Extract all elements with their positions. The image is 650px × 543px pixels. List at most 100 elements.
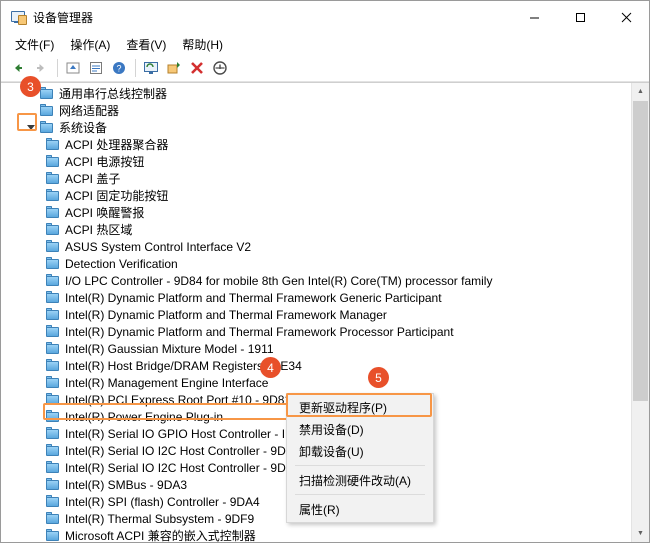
- device-icon: [45, 290, 61, 306]
- folder-icon: [39, 120, 55, 136]
- menu-action[interactable]: 操作(A): [62, 34, 118, 56]
- context-menu-separator: [295, 465, 425, 466]
- device-label: Intel(R) Dynamic Platform and Thermal Fr…: [65, 324, 454, 339]
- device-icon: [45, 222, 61, 238]
- device-intel-host-bridge-dram-3e34[interactable]: Intel(R) Host Bridge/DRAM Registers - 3E…: [1, 357, 632, 374]
- device-label: Detection Verification: [65, 256, 178, 271]
- device-label: Intel(R) Serial IO I2C Host Controller -…: [65, 443, 301, 458]
- device-asus-system-control-interface-v2[interactable]: ASUS System Control Interface V2: [1, 238, 632, 255]
- scroll-up-arrow[interactable]: ▲: [632, 83, 649, 100]
- menu-bar: 文件(F) 操作(A) 查看(V) 帮助(H): [1, 34, 649, 55]
- device-detection-verification[interactable]: Detection Verification: [1, 255, 632, 272]
- up-button[interactable]: [62, 57, 84, 79]
- close-button[interactable]: [603, 1, 649, 33]
- device-label: ACPI 盖子: [65, 171, 121, 186]
- device-icon: [45, 154, 61, 170]
- device-intel-management-engine-interface[interactable]: Intel(R) Management Engine Interface: [1, 374, 632, 391]
- device-label: ACPI 电源按钮: [65, 154, 145, 169]
- device-intel-dptf-manager[interactable]: Intel(R) Dynamic Platform and Thermal Fr…: [1, 306, 632, 323]
- device-label: ACPI 热区域: [65, 222, 133, 237]
- back-button[interactable]: [7, 57, 29, 79]
- device-acpi-wake-alarm[interactable]: ACPI 唤醒警报: [1, 204, 632, 221]
- update-driver-button[interactable]: [163, 57, 185, 79]
- device-icon: [45, 307, 61, 323]
- step-badge-4: 4: [261, 358, 280, 377]
- device-icon: [45, 426, 61, 442]
- device-label: Intel(R) Dynamic Platform and Thermal Fr…: [65, 290, 442, 305]
- title-bar: 设备管理器: [1, 1, 649, 34]
- tree-item-network-adapters[interactable]: 网络适配器: [1, 102, 632, 119]
- step-badge-3: 3: [21, 77, 40, 96]
- device-intel-dptf-generic-participant[interactable]: Intel(R) Dynamic Platform and Thermal Fr…: [1, 289, 632, 306]
- device-microsoft-acpi-embedded-controller[interactable]: Microsoft ACPI 兼容的嵌入式控制器: [1, 527, 632, 542]
- properties-button[interactable]: [85, 57, 107, 79]
- chevron-down-icon[interactable]: [23, 120, 39, 136]
- ctx-update-driver[interactable]: 更新驱动程序(P): [287, 396, 433, 418]
- device-label: ACPI 处理器聚合器: [65, 137, 169, 152]
- device-icon: [45, 273, 61, 289]
- minimize-button[interactable]: [511, 1, 557, 33]
- device-manager-icon: [10, 9, 27, 25]
- window-controls: [511, 1, 649, 33]
- context-menu-separator-2: [295, 494, 425, 495]
- menu-view[interactable]: 查看(V): [118, 34, 174, 56]
- device-acpi-lid[interactable]: ACPI 盖子: [1, 170, 632, 187]
- context-menu[interactable]: 更新驱动程序(P) 禁用设备(D) 卸载设备(U) 扫描检测硬件改动(A) 属性…: [286, 393, 434, 523]
- device-icon: [45, 409, 61, 425]
- device-icon: [45, 460, 61, 476]
- toolbar: ?: [1, 55, 649, 82]
- menu-file[interactable]: 文件(F): [7, 34, 62, 56]
- device-intel-gaussian-mixture-model-1911[interactable]: Intel(R) Gaussian Mixture Model - 1911: [1, 340, 632, 357]
- scan-hardware-button[interactable]: [140, 57, 162, 79]
- device-icon: [45, 375, 61, 391]
- device-io-lpc-controller-9d84[interactable]: I/O LPC Controller - 9D84 for mobile 8th…: [1, 272, 632, 289]
- device-icon: [45, 511, 61, 527]
- device-label: ACPI 固定功能按钮: [65, 188, 169, 203]
- device-label: Intel(R) PCI Express Root Port #10 - 9D8…: [65, 392, 292, 407]
- folder-icon: [39, 86, 55, 102]
- device-label: Intel(R) Thermal Subsystem - 9DF9: [65, 511, 255, 526]
- device-acpi-processor-aggregator[interactable]: ACPI 处理器聚合器: [1, 136, 632, 153]
- device-icon: [45, 239, 61, 255]
- device-label: I/O LPC Controller - 9D84 for mobile 8th…: [65, 273, 493, 288]
- device-label: Intel(R) Gaussian Mixture Model - 1911: [65, 341, 274, 356]
- device-icon: [45, 494, 61, 510]
- disable-device-button[interactable]: [186, 57, 208, 79]
- tree-item-label: 网络适配器: [59, 103, 120, 118]
- tree-item-usb-controllers[interactable]: 通用串行总线控制器: [1, 85, 632, 102]
- device-manager-window: 设备管理器 文件(F) 操作(A) 查看(V) 帮助(H) ? 通用串行总线控制…: [0, 0, 650, 543]
- vertical-scrollbar[interactable]: ▲ ▼: [631, 83, 649, 542]
- forward-button[interactable]: [30, 57, 52, 79]
- scroll-down-arrow[interactable]: ▼: [632, 525, 649, 542]
- device-icon: [45, 324, 61, 340]
- device-intel-dptf-processor-participant[interactable]: Intel(R) Dynamic Platform and Thermal Fr…: [1, 323, 632, 340]
- scrollbar-thumb[interactable]: [633, 101, 648, 401]
- device-acpi-power-button[interactable]: ACPI 电源按钮: [1, 153, 632, 170]
- device-acpi-fixed-feature-button[interactable]: ACPI 固定功能按钮: [1, 187, 632, 204]
- ctx-uninstall-device[interactable]: 卸载设备(U): [287, 440, 433, 462]
- device-icon: [45, 256, 61, 272]
- device-icon: [45, 137, 61, 153]
- device-icon: [45, 341, 61, 357]
- device-label: Intel(R) SPI (flash) Controller - 9DA4: [65, 494, 260, 509]
- uninstall-device-button[interactable]: [209, 57, 231, 79]
- tree-item-label: 系统设备: [59, 120, 108, 135]
- device-label: ASUS System Control Interface V2: [65, 239, 252, 254]
- tree-item-label: 通用串行总线控制器: [59, 86, 168, 101]
- menu-help[interactable]: 帮助(H): [174, 34, 231, 56]
- window-title: 设备管理器: [33, 10, 94, 25]
- device-acpi-thermal-zone[interactable]: ACPI 热区域: [1, 221, 632, 238]
- svg-text:?: ?: [116, 64, 121, 74]
- device-icon: [45, 188, 61, 204]
- tree-item-system-devices[interactable]: 系统设备: [1, 119, 632, 136]
- ctx-disable-device[interactable]: 禁用设备(D): [287, 418, 433, 440]
- ctx-scan-hardware-changes[interactable]: 扫描检测硬件改动(A): [287, 469, 433, 491]
- folder-icon: [39, 103, 55, 119]
- device-icon: [45, 392, 61, 408]
- device-icon: [45, 528, 61, 543]
- help-button[interactable]: ?: [108, 57, 130, 79]
- ctx-properties[interactable]: 属性(R): [287, 498, 433, 520]
- tree-pane[interactable]: 通用串行总线控制器 网络适配器 系统设备 ACPI 处理器聚合器 ACPI 电源…: [1, 82, 649, 542]
- maximize-button[interactable]: [557, 1, 603, 33]
- device-icon: [45, 171, 61, 187]
